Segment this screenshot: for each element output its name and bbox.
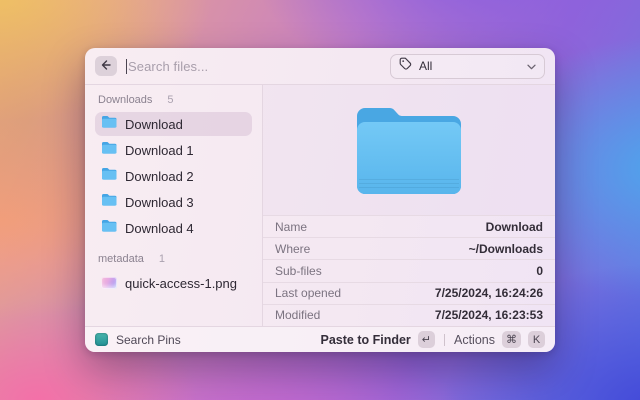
sidebar-item-download-2[interactable]: Download 2 [95, 164, 252, 188]
desktop-background: Search files... All Downloads 5 [0, 0, 640, 400]
text-caret [126, 59, 127, 74]
folder-icon [101, 115, 117, 133]
results-sidebar: Downloads 5 Download Download 1 Download… [85, 85, 263, 326]
command-key-badge: ⌘ [502, 331, 521, 348]
row-label: Last opened [275, 286, 341, 300]
folder-icon [101, 219, 117, 237]
row-value: ~/Downloads [469, 242, 543, 256]
folder-icon [101, 193, 117, 211]
file-preview [263, 85, 555, 215]
folder-icon [101, 167, 117, 185]
app-identity: Search Pins [95, 333, 181, 347]
section-header-downloads: Downloads 5 [95, 94, 252, 106]
detail-panel: Name Download Where ~/Downloads Sub-file… [263, 85, 555, 326]
back-button[interactable] [95, 56, 117, 76]
folder-icon [101, 141, 117, 159]
image-thumbnail-icon [101, 277, 117, 289]
metadata-row-name: Name Download [263, 215, 555, 237]
k-key-badge: K [528, 331, 545, 348]
row-label: Sub-files [275, 264, 322, 278]
sidebar-item-download-4[interactable]: Download 4 [95, 216, 252, 240]
arrow-left-icon [100, 59, 112, 74]
search-pins-app-icon [95, 333, 108, 346]
section-count: 5 [167, 94, 173, 106]
search-placeholder: Search files... [128, 59, 208, 74]
row-label: Name [275, 220, 307, 234]
footer-actions: Paste to Finder ↵ Actions ⌘ K [320, 331, 545, 348]
item-label: Download 1 [125, 143, 194, 158]
status-bar: Search Pins Paste to Finder ↵ Actions ⌘ … [85, 326, 555, 352]
return-key-badge: ↵ [418, 331, 435, 348]
section-count: 1 [159, 253, 165, 265]
row-value: Download [486, 220, 543, 234]
row-value: 7/25/2024, 16:23:53 [435, 308, 543, 322]
footer-divider [444, 334, 445, 346]
section-label: Downloads [98, 94, 152, 106]
metadata-row-where: Where ~/Downloads [263, 237, 555, 259]
item-label: Download 4 [125, 221, 194, 236]
item-label: Download [125, 117, 183, 132]
chevron-down-icon [527, 57, 536, 75]
row-label: Where [275, 242, 310, 256]
sidebar-item-download-3[interactable]: Download 3 [95, 190, 252, 214]
filter-value: All [419, 59, 520, 73]
search-input[interactable]: Search files... [126, 48, 381, 84]
tag-icon [399, 57, 412, 75]
sidebar-item-quick-access[interactable]: quick-access-1.png [95, 271, 252, 295]
filter-dropdown[interactable]: All [390, 54, 545, 79]
row-value: 0 [536, 264, 543, 278]
metadata-row-modified: Modified 7/25/2024, 16:23:53 [263, 304, 555, 326]
actions-button[interactable]: Actions [454, 333, 495, 347]
folder-preview-icon [351, 102, 467, 199]
paste-to-finder-button[interactable]: Paste to Finder [320, 333, 410, 347]
section-label: metadata [98, 253, 144, 265]
search-toolbar: Search files... All [85, 48, 555, 85]
item-label: Download 2 [125, 169, 194, 184]
window-main: Downloads 5 Download Download 1 Download… [85, 85, 555, 326]
metadata-table: Name Download Where ~/Downloads Sub-file… [263, 215, 555, 326]
metadata-row-last-opened: Last opened 7/25/2024, 16:24:26 [263, 282, 555, 304]
row-label: Modified [275, 308, 320, 322]
search-pins-window: Search files... All Downloads 5 [85, 48, 555, 352]
sidebar-item-download[interactable]: Download [95, 112, 252, 136]
row-value: 7/25/2024, 16:24:26 [435, 286, 543, 300]
section-header-metadata: metadata 1 [95, 253, 252, 265]
item-label: quick-access-1.png [125, 276, 237, 291]
sidebar-item-download-1[interactable]: Download 1 [95, 138, 252, 162]
metadata-row-subfiles: Sub-files 0 [263, 259, 555, 281]
item-label: Download 3 [125, 195, 194, 210]
app-name: Search Pins [116, 333, 181, 347]
